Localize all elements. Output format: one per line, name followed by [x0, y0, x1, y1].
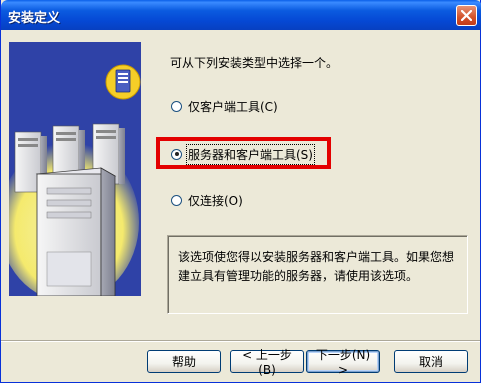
- title-bar[interactable]: 安装定义: [1, 0, 481, 30]
- option-client-tools-label: 仅客户端工具(C): [188, 99, 278, 114]
- wizard-illustration: [9, 42, 141, 296]
- setup-dialog: 安装定义 可从下列安装类型中选择一个。 仅客户端工具(C) 服务器和客户端工具(…: [0, 0, 481, 383]
- description-panel: 该选项使您得以安装服务器和客户端工具。如果您想建立具有管理功能的服务器，请使用该…: [167, 235, 468, 314]
- document-server-icon: [105, 64, 141, 100]
- window-title: 安装定义: [8, 11, 61, 26]
- close-icon: [461, 10, 472, 21]
- next-button[interactable]: 下一步(N) >: [306, 348, 380, 377]
- radio-connectivity-only[interactable]: [171, 194, 182, 206]
- button-divider: [1, 340, 480, 342]
- install-type-prompt: 可从下列安装类型中选择一个。: [170, 56, 339, 70]
- close-button[interactable]: [456, 5, 477, 26]
- description-text: 该选项使您得以安装服务器和客户端工具。如果您想建立具有管理功能的服务器，请使用该…: [178, 250, 455, 283]
- option-connectivity-only-label: 仅连接(O): [188, 193, 243, 208]
- highlight-annotation: [156, 137, 331, 169]
- server-icon: [35, 167, 117, 296]
- help-button[interactable]: 帮助: [147, 350, 221, 373]
- option-client-tools[interactable]: 仅客户端工具(C): [171, 98, 278, 114]
- option-connectivity-only[interactable]: 仅连接(O): [171, 192, 243, 208]
- back-button[interactable]: < 上一步(B): [230, 348, 304, 377]
- radio-client-tools[interactable]: [171, 100, 182, 112]
- cancel-button[interactable]: 取消: [394, 350, 468, 373]
